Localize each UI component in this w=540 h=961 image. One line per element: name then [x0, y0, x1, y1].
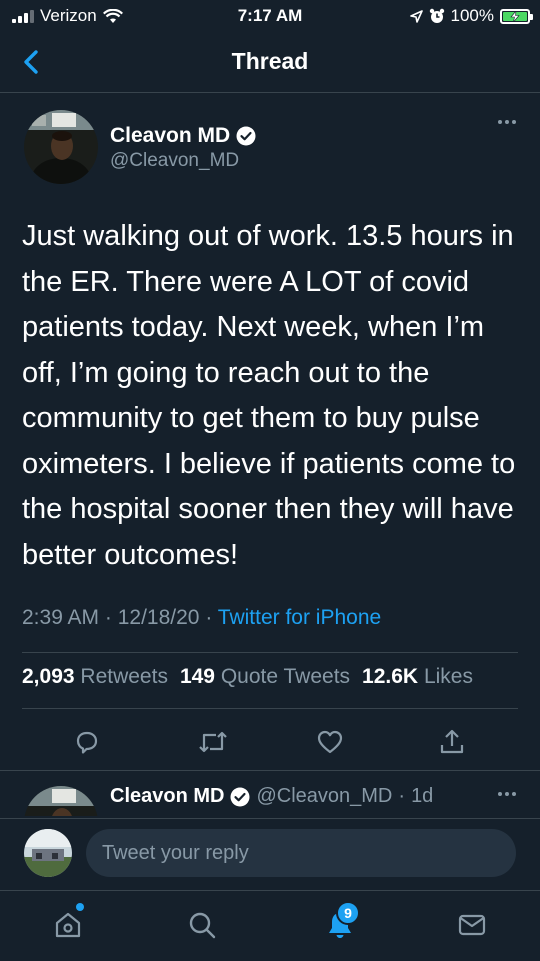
thread-header: Thread — [0, 32, 540, 93]
tweet-time: 2:39 AM — [22, 606, 100, 629]
home-icon — [55, 912, 81, 938]
status-bar: Verizon 7:17 AM 100% — [0, 0, 540, 32]
tab-messages[interactable] — [450, 905, 494, 945]
tweet-meta: 2:39 AM · 12/18/20 · Twitter for iPhone — [22, 606, 382, 629]
search-icon — [189, 912, 216, 939]
more-horizontal-icon — [498, 120, 502, 124]
avatar[interactable] — [24, 110, 98, 184]
bottom-tab-bar: 9 — [0, 890, 540, 961]
likes-stat[interactable]: 12.6K Likes — [362, 665, 473, 689]
status-right: 100% — [409, 6, 533, 26]
more-options-button[interactable] — [498, 120, 516, 124]
tweet-actions — [0, 722, 540, 762]
reply-button[interactable] — [67, 722, 107, 762]
retweet-icon — [199, 731, 227, 753]
tab-search[interactable] — [180, 905, 224, 945]
reply-compose-bar — [0, 818, 540, 891]
divider — [0, 770, 540, 771]
divider — [22, 708, 518, 709]
mail-icon — [458, 914, 486, 936]
reply-age: 1d — [411, 785, 434, 807]
tweet-date: 12/18/20 — [117, 606, 200, 629]
author-handle[interactable]: @Cleavon_MD — [110, 150, 239, 172]
reply-author-name[interactable]: Cleavon MD — [110, 785, 224, 808]
retweet-button[interactable] — [193, 722, 233, 762]
notifications-badge: 9 — [336, 901, 360, 925]
tweet-author: Cleavon MD @Cleavon_MD — [0, 110, 540, 190]
reply-more-options-button[interactable] — [498, 792, 516, 796]
heart-icon — [317, 730, 343, 754]
author-name[interactable]: Cleavon MD — [110, 124, 230, 148]
battery-icon — [500, 8, 533, 24]
reply-icon — [76, 731, 98, 754]
tweet-stats: 2,093 Retweets 149 Quote Tweets 12.6K Li… — [22, 665, 473, 689]
retweets-stat[interactable]: 2,093 Retweets — [22, 665, 168, 689]
reply-author-handle[interactable]: @Cleavon_MD — [256, 785, 392, 808]
tweet-source-link[interactable]: Twitter for iPhone — [218, 606, 381, 629]
avatar[interactable] — [24, 786, 98, 816]
charging-bolt-icon — [510, 10, 520, 22]
tab-notifications[interactable]: 9 — [318, 901, 362, 945]
alarm-icon — [429, 8, 444, 23]
my-avatar[interactable] — [24, 829, 72, 877]
more-horizontal-icon — [498, 792, 502, 796]
reply-input[interactable] — [86, 829, 516, 877]
verified-badge-icon — [236, 126, 256, 146]
quote-tweets-stat[interactable]: 149 Quote Tweets — [180, 665, 350, 689]
tweet-text: Just walking out of work. 13.5 hours in … — [22, 220, 516, 571]
share-button[interactable] — [432, 722, 472, 762]
like-button[interactable] — [310, 722, 350, 762]
tab-home[interactable] — [46, 903, 90, 945]
home-new-dot — [76, 903, 84, 911]
reply-tweet-preview[interactable]: Cleavon MD @Cleavon_MD · 1d — [0, 782, 540, 816]
page-title: Thread — [231, 48, 309, 74]
verified-badge-icon — [230, 787, 250, 806]
battery-percent: 100% — [450, 6, 494, 25]
divider — [22, 652, 518, 653]
location-icon — [409, 9, 423, 23]
share-icon — [440, 729, 464, 754]
